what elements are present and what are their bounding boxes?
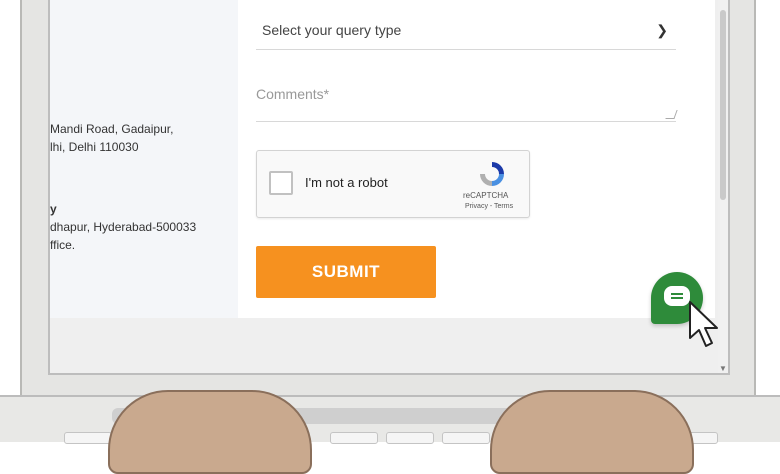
contact-form: Select your query type ❯ Comments* I'm n… (238, 0, 715, 318)
comments-textarea[interactable]: Comments* (256, 86, 678, 122)
recaptcha-logo-icon (480, 162, 504, 186)
recaptcha-widget: I'm not a robot reCAPTCHA Privacy - Term… (256, 150, 530, 218)
scrollbar-thumb[interactable] (720, 10, 726, 200)
recaptcha-checkbox[interactable] (269, 171, 293, 195)
submit-button[interactable]: SUBMIT (256, 246, 436, 298)
comments-placeholder: Comments* (256, 86, 330, 102)
query-type-value: Select your query type (262, 22, 402, 38)
right-hand (490, 390, 694, 474)
address-panel: Mandi Road, Gadaipur, lhi, Delhi 110030 … (50, 0, 238, 318)
keyboard-key (386, 432, 434, 444)
address-heading: y (50, 202, 57, 216)
keyboard-key (330, 432, 378, 444)
resize-grip-icon[interactable] (665, 110, 678, 119)
recaptcha-terms-link[interactable]: Privacy - Terms (465, 203, 513, 210)
recaptcha-label: I'm not a robot (305, 175, 388, 190)
recaptcha-brand: reCAPTCHA (463, 191, 509, 200)
chevron-down-icon: ❯ (656, 22, 668, 38)
keyboard-key (442, 432, 490, 444)
scroll-down-arrow-icon[interactable]: ▼ (718, 364, 728, 373)
left-hand (108, 390, 312, 474)
keyboard-key (64, 432, 112, 444)
query-type-select[interactable]: Select your query type ❯ (256, 10, 676, 50)
address-line: Mandi Road, Gadaipur, (50, 122, 174, 136)
address-line: lhi, Delhi 110030 (50, 140, 139, 154)
address-line: ffice. (50, 238, 76, 252)
address-line: dhapur, Hyderabad-500033 (50, 220, 197, 234)
mouse-pointer-icon (689, 301, 718, 347)
screen: Mandi Road, Gadaipur, lhi, Delhi 110030 … (48, 0, 730, 375)
